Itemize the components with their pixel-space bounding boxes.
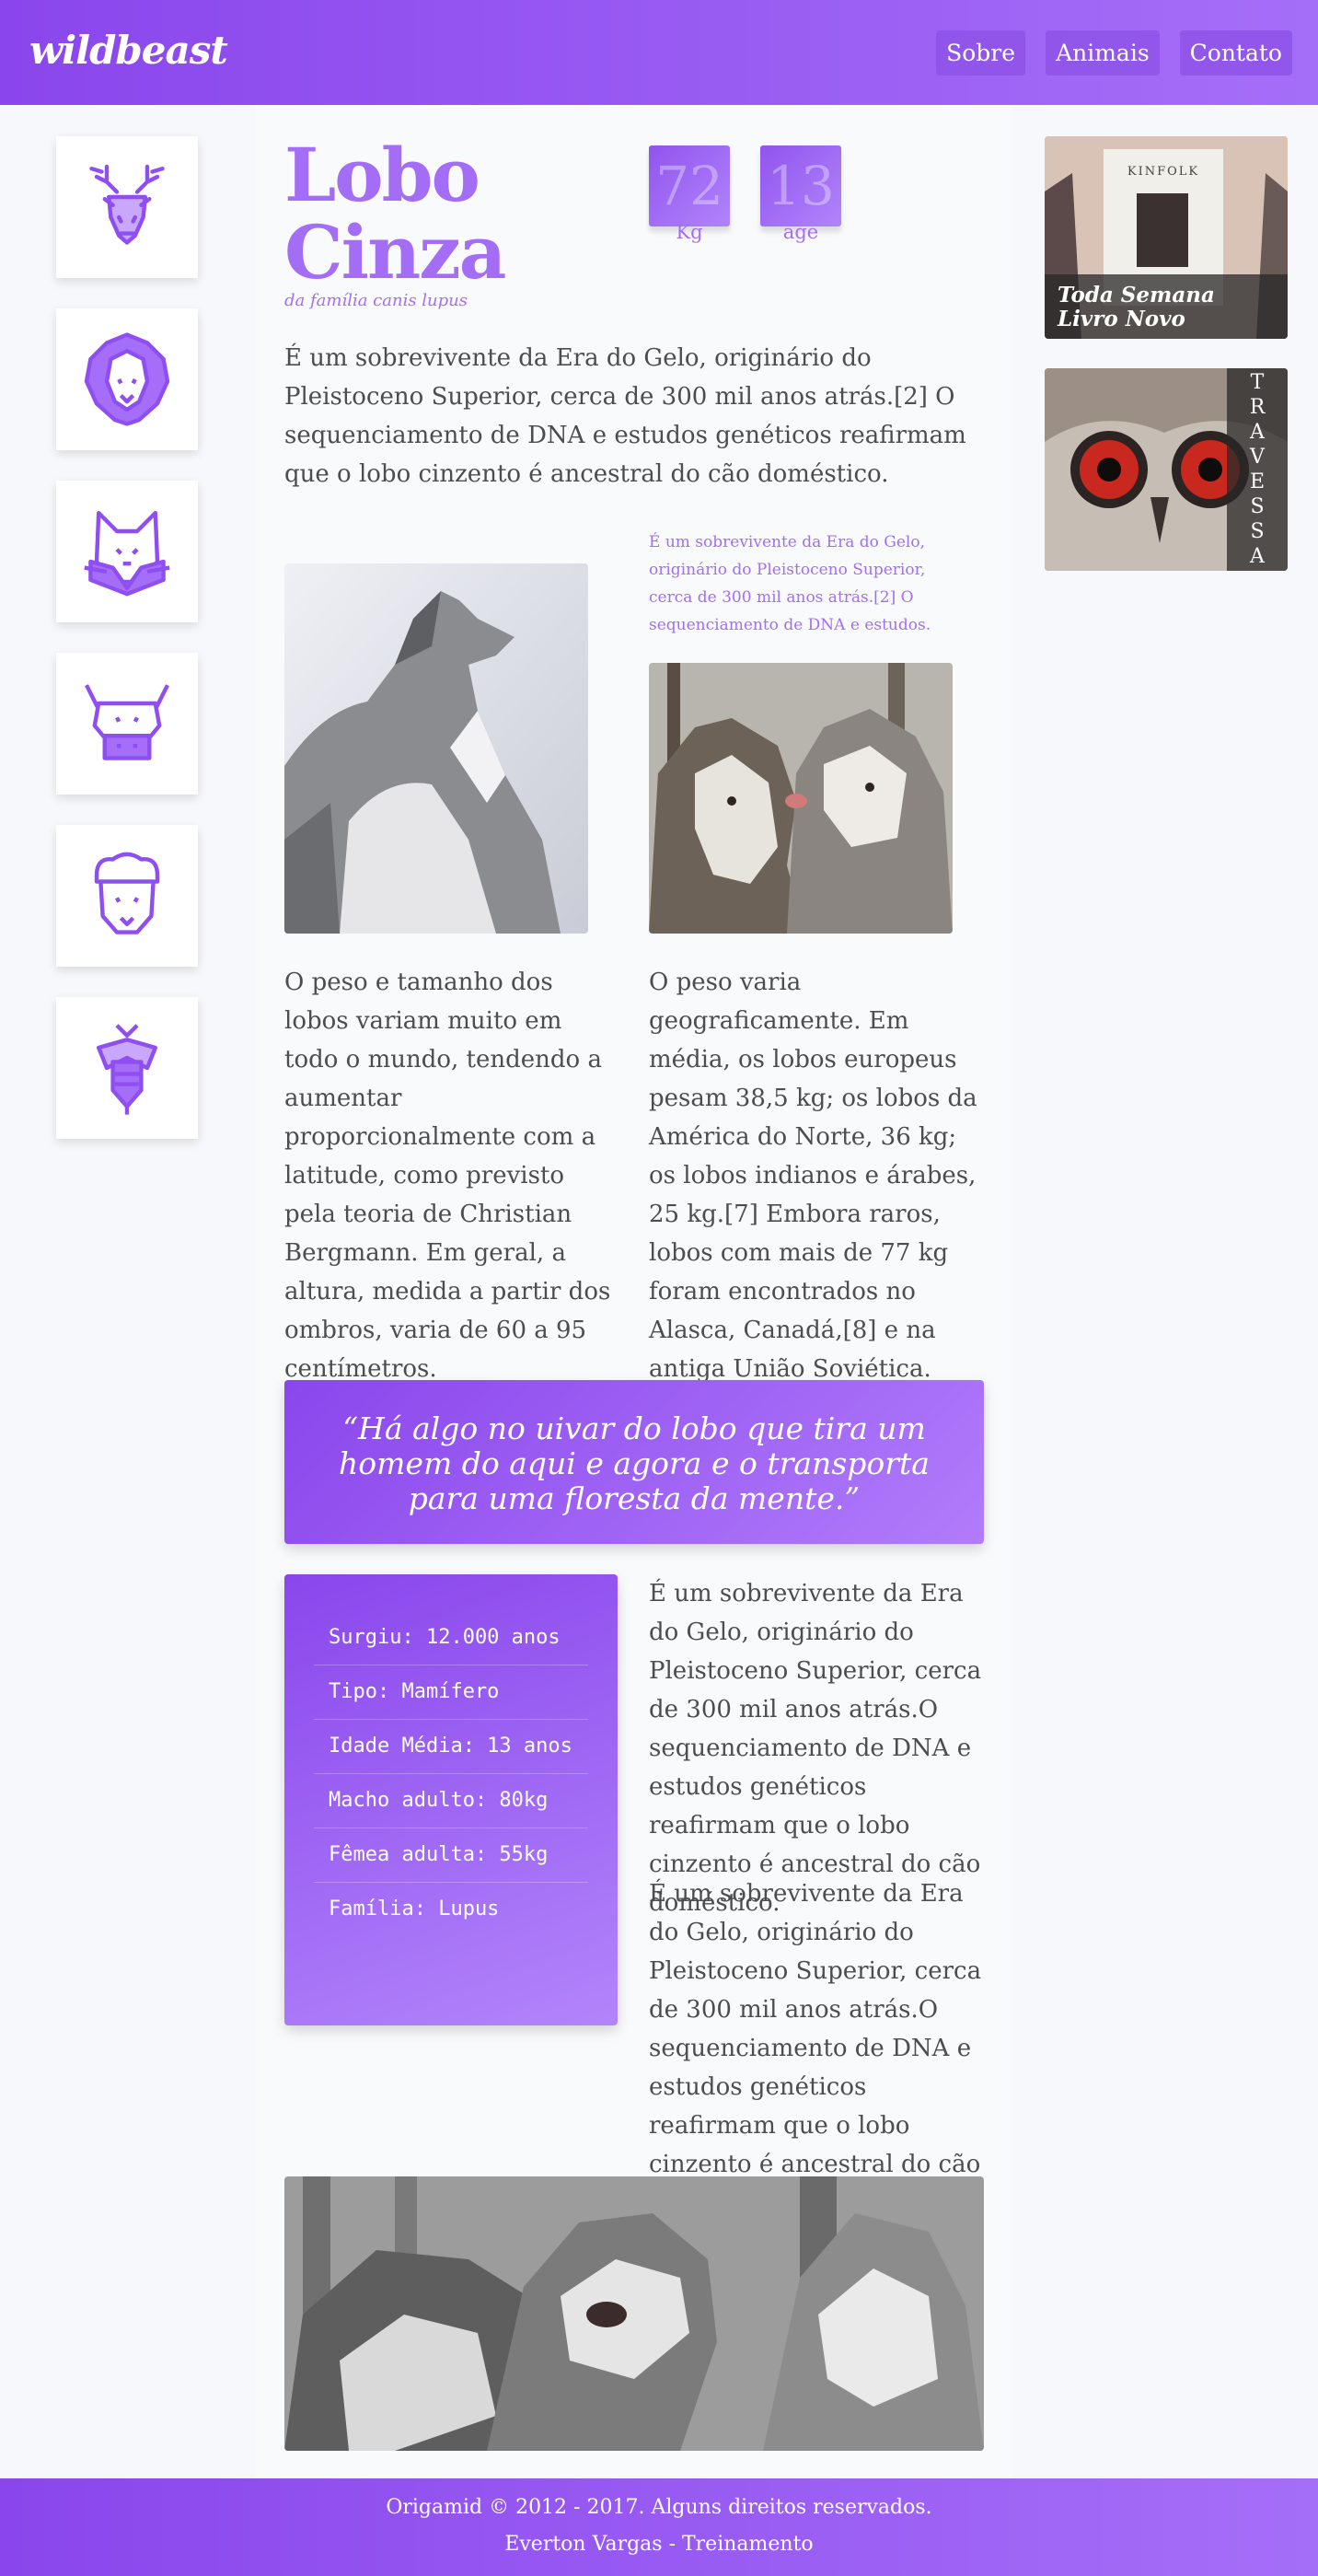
stat-age: 13 age bbox=[760, 145, 841, 243]
lion-icon bbox=[84, 332, 170, 426]
title-line-2: Cinza bbox=[284, 209, 507, 296]
book-promo-line-1: Toda Semana bbox=[1058, 283, 1215, 307]
fact-item: Macho adulto: 80kg bbox=[314, 1774, 588, 1828]
travessa-vertical-label: T R A V E S S A bbox=[1227, 368, 1288, 571]
nav-link-sobre[interactable]: Sobre bbox=[936, 30, 1026, 75]
book-promo-card[interactable]: KINFOLK Toda Semana Livro Novo bbox=[1045, 136, 1288, 339]
side-note: É um sobrevivente da Era do Gelo, origin… bbox=[649, 533, 931, 634]
vertical-letter: A bbox=[1250, 421, 1265, 444]
vertical-letter: S bbox=[1250, 520, 1265, 543]
book-promo-line-2: Livro Novo bbox=[1058, 307, 1185, 331]
right-column-text: O peso varia geograficamente. Em média, … bbox=[649, 969, 977, 1383]
sheep-icon bbox=[94, 852, 160, 934]
main-nav: Sobre Animais Contato bbox=[936, 30, 1292, 75]
book-promo-caption: Toda Semana Livro Novo bbox=[1045, 274, 1288, 339]
fact-item: Idade Média: 13 anos bbox=[314, 1720, 588, 1774]
fact-item: Tipo: Mamífero bbox=[314, 1665, 588, 1720]
fact-item: Surgiu: 12.000 anos bbox=[314, 1611, 588, 1665]
bee-icon bbox=[97, 1024, 157, 1115]
left-column-text: O peso e tamanho dos lobos variam muito … bbox=[284, 969, 611, 1383]
page-title: Lobo Cinza bbox=[284, 136, 616, 291]
sheep-icon-button[interactable] bbox=[56, 825, 198, 967]
bull-icon-button[interactable] bbox=[56, 653, 198, 795]
site-footer: Origamid © 2012 - 2017. Alguns direitos … bbox=[0, 2478, 1318, 2576]
vertical-letter: R bbox=[1249, 396, 1266, 419]
site-logo[interactable]: wildbeast bbox=[29, 28, 228, 73]
footer-copyright: Origamid © 2012 - 2017. Alguns direitos … bbox=[386, 2496, 932, 2519]
fact-item: Fêmea adulta: 55kg bbox=[314, 1828, 588, 1883]
stat-age-value: 13 bbox=[760, 145, 841, 226]
stat-weight-value: 72 bbox=[649, 145, 730, 226]
bee-icon-button[interactable] bbox=[56, 997, 198, 1139]
magazine-title: KINFOLK bbox=[1127, 165, 1199, 179]
nav-link-contato[interactable]: Contato bbox=[1179, 30, 1292, 75]
howling-wolf-photo bbox=[284, 563, 588, 934]
deer-icon bbox=[89, 164, 165, 245]
stat-weight: 72 Kg bbox=[649, 145, 730, 243]
vertical-letter: E bbox=[1249, 470, 1266, 493]
site-header: wildbeast Sobre Animais Contato bbox=[0, 0, 1318, 105]
facts-list: Surgiu: 12.000 anos Tipo: Mamífero Idade… bbox=[284, 1574, 618, 2025]
animal-icon-menu bbox=[56, 136, 198, 1169]
wolf-pack-photo bbox=[284, 2176, 984, 2451]
two-wolves-photo bbox=[649, 663, 953, 934]
bull-icon bbox=[85, 684, 169, 760]
fact-item: Família: Lupus bbox=[329, 1897, 500, 1920]
vertical-letter: V bbox=[1250, 446, 1265, 469]
intro-paragraph: É um sobrevivente da Era do Gelo, origin… bbox=[284, 344, 966, 488]
footer-credit: Everton Vargas - Treinamento bbox=[504, 2533, 814, 2556]
vertical-letter: A bbox=[1250, 545, 1265, 568]
vertical-letter: S bbox=[1250, 495, 1265, 518]
lion-icon-button[interactable] bbox=[56, 308, 198, 450]
title-line-1: Lobo bbox=[284, 132, 480, 218]
side-paragraph-2: É um sobrevivente da Era do Gelo, origin… bbox=[649, 1880, 982, 2217]
nav-link-animais[interactable]: Animais bbox=[1046, 30, 1160, 75]
page-subtitle: da família canis lupus bbox=[284, 291, 468, 310]
cat-icon-button[interactable] bbox=[56, 481, 198, 622]
wolf-quote: “Há algo no uivar do lobo que tira um ho… bbox=[284, 1380, 984, 1544]
side-paragraph-1: É um sobrevivente da Era do Gelo, origin… bbox=[649, 1580, 982, 1917]
cat-icon bbox=[84, 511, 170, 597]
vertical-letter: T bbox=[1250, 371, 1265, 394]
owl-promo-card[interactable]: T R A V E S S A bbox=[1045, 368, 1288, 571]
deer-icon-button[interactable] bbox=[56, 136, 198, 278]
